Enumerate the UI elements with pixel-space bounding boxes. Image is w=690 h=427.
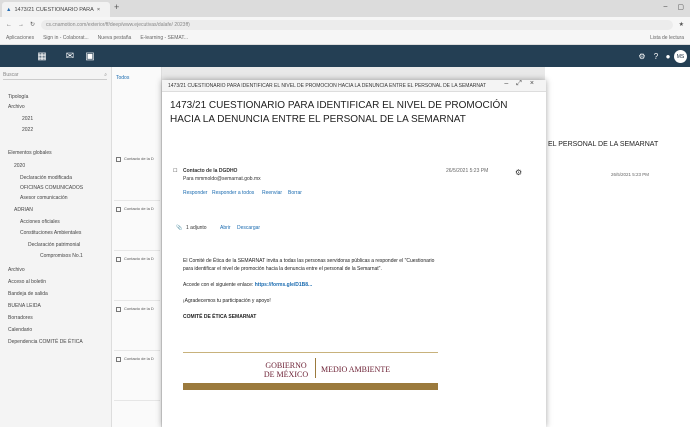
folder-item[interactable]: Archivo bbox=[8, 267, 25, 273]
reading-list-button[interactable]: Lista de lectura bbox=[650, 35, 684, 41]
folder-item[interactable]: ADRIAN bbox=[14, 207, 33, 213]
notifications-icon[interactable]: ● bbox=[662, 50, 674, 62]
bookmark-item[interactable]: Sign in - Colaborat... bbox=[43, 35, 89, 41]
search-input[interactable]: Buscar ⌕ bbox=[3, 70, 107, 80]
help-icon[interactable]: ? bbox=[650, 50, 662, 62]
window-controls[interactable]: – ▢ bbox=[663, 3, 684, 11]
tab-title: 1473/21 CUESTIONARIO PARA bbox=[14, 6, 94, 13]
list-item[interactable]: Contacto de la D bbox=[114, 303, 160, 351]
folder-item[interactable]: Bandeja de salida bbox=[8, 291, 48, 297]
list-item[interactable]: Contacto de la D bbox=[114, 253, 160, 301]
url-field[interactable]: cs.cnamotion.com/exterior/ff/deep/www.ej… bbox=[41, 19, 673, 30]
attachment-icon: 📎 bbox=[176, 225, 183, 231]
attachment-count[interactable]: 1 adjunto bbox=[186, 225, 207, 231]
tab-close-icon[interactable]: × bbox=[97, 7, 100, 13]
recipients: Para mmmoldo@semarnat.gob.mx bbox=[183, 176, 261, 182]
folder-item[interactable]: BUENA LEIDA bbox=[8, 303, 41, 309]
search-icon: ⌕ bbox=[104, 71, 107, 78]
body-link-line: Accede con el siguiente enlace: https://… bbox=[183, 282, 313, 288]
folder-item[interactable]: 2020 bbox=[14, 163, 25, 169]
bookmark-item[interactable]: E-learning - SEMAT... bbox=[140, 35, 188, 41]
logo-gov: GOBIERNO DE MÉXICO bbox=[263, 361, 309, 379]
sender-checkbox[interactable]: ☐ bbox=[173, 168, 177, 174]
folder-item[interactable]: Acceso al boletín bbox=[8, 279, 46, 285]
folder-item[interactable]: Borradores bbox=[8, 315, 33, 321]
bookmark-item[interactable]: Nueva pestaña bbox=[98, 35, 132, 41]
download-attachment-button[interactable]: Descargar bbox=[237, 225, 260, 231]
folder-item[interactable]: Declaración modificada bbox=[20, 175, 72, 181]
folder-item[interactable]: OFICINAS COMUNICADOS bbox=[20, 185, 83, 191]
list-filter[interactable]: Todos bbox=[116, 75, 129, 81]
reading-pane bbox=[545, 67, 690, 427]
forward-button[interactable]: Reenviar bbox=[262, 190, 282, 196]
settings-icon[interactable]: ⚙ bbox=[515, 168, 522, 177]
reading-pane-date: 26/5/2021 5:23 PM bbox=[611, 172, 650, 177]
browser-tab[interactable]: ▲ 1473/21 CUESTIONARIO PARA × bbox=[2, 2, 110, 17]
folder-item[interactable]: Constituciones Ambientales bbox=[20, 230, 81, 236]
popup-title: 1473/21 CUESTIONARIO PARA IDENTIFICAR EL… bbox=[168, 82, 487, 89]
new-tab-button[interactable]: + bbox=[114, 2, 119, 12]
logo-divider bbox=[315, 358, 316, 378]
list-item[interactable]: Contacto de la D bbox=[114, 153, 160, 201]
folder-item[interactable]: Elementos globales bbox=[8, 150, 52, 156]
reply-button[interactable]: Responder bbox=[183, 190, 207, 196]
reload-icon[interactable]: ↻ bbox=[30, 21, 35, 28]
form-link[interactable]: https://forms.gle/D1B8... bbox=[255, 282, 313, 288]
minimize-icon: – bbox=[663, 3, 668, 10]
delete-button[interactable]: Borrar bbox=[288, 190, 302, 196]
open-attachment-button[interactable]: Abrir bbox=[220, 225, 231, 231]
folder-item[interactable]: Asesor comunicación bbox=[20, 195, 68, 201]
signature: COMITÉ DE ÉTICA SEMARNAT bbox=[183, 314, 257, 320]
folder-item[interactable]: Calendario bbox=[8, 327, 32, 333]
address-bar-row: ← → ↻ cs.cnamotion.com/exterior/ff/deep/… bbox=[0, 17, 690, 32]
reply-all-button[interactable]: Responder a todos bbox=[212, 190, 254, 196]
app-header bbox=[0, 45, 690, 67]
logo-dept: MEDIO AMBIENTE bbox=[321, 365, 391, 374]
folder-item[interactable]: Tipología bbox=[8, 94, 28, 100]
extension-icon[interactable]: ★ bbox=[679, 21, 684, 28]
body-thanks: ¡Agradecemos tu participación y apoyo! bbox=[183, 298, 271, 304]
forward-icon[interactable]: → bbox=[18, 22, 24, 28]
message-list: Todos Contacto de la D Contacto de la D … bbox=[112, 67, 162, 427]
folder-item[interactable]: 2021 bbox=[22, 116, 33, 122]
app-mail-icon[interactable]: ✉ bbox=[64, 50, 76, 62]
message-date: 26/5/2021 5:23 PM bbox=[446, 168, 489, 174]
tab-favicon-icon: ▲ bbox=[6, 6, 12, 13]
app-menu-icon[interactable]: ▦ bbox=[36, 50, 48, 62]
folder-pane: Buscar ⌕ Tipología Archivo 2021 2022 Elem… bbox=[0, 67, 112, 427]
folder-item[interactable]: Acciones oficiales bbox=[20, 219, 60, 225]
list-item[interactable]: Contacto de la D bbox=[114, 203, 160, 251]
restore-icon: ▢ bbox=[677, 4, 684, 11]
message-subject: 1473/21 CUESTIONARIO PARA IDENTIFICAR EL… bbox=[170, 100, 508, 125]
avatar[interactable]: MS bbox=[674, 50, 687, 63]
list-item[interactable]: Contacto de la D bbox=[114, 353, 160, 401]
folder-item[interactable]: Dependencia COMITÉ DE ÉTICA bbox=[8, 339, 83, 345]
settings-icon[interactable]: ⚙ bbox=[636, 50, 648, 62]
back-icon[interactable]: ← bbox=[6, 22, 12, 28]
popout-icon[interactable]: ⤢ bbox=[516, 80, 522, 88]
popup-titlebar: 1473/21 CUESTIONARIO PARA IDENTIFICAR EL… bbox=[162, 80, 546, 92]
body-paragraph: El Comité de Ética de la SEMARNAT invita… bbox=[183, 258, 435, 272]
folder-item[interactable]: Compromisos No.1 bbox=[40, 253, 83, 259]
folder-item[interactable]: Declaración patrimonial bbox=[28, 242, 80, 248]
sender-name: Contacto de la DGDHO bbox=[183, 168, 238, 174]
app-calendar-icon[interactable]: ▣ bbox=[84, 50, 96, 62]
reading-pane-subject: EL PERSONAL DE LA SEMARNAT bbox=[548, 141, 659, 148]
folder-item[interactable]: 2022 bbox=[22, 127, 33, 133]
folder-item[interactable]: Archivo bbox=[8, 104, 25, 110]
minimize-icon[interactable]: – bbox=[504, 80, 508, 88]
message-body: El Comité de Ética de la SEMARNAT invita… bbox=[183, 257, 443, 321]
bookmarks-bar: Aplicaciones Sign in - Colaborat... Nuev… bbox=[0, 32, 690, 45]
close-icon[interactable]: × bbox=[530, 80, 534, 88]
bookmark-item[interactable]: Aplicaciones bbox=[6, 35, 34, 41]
banner-stripe bbox=[183, 383, 438, 390]
